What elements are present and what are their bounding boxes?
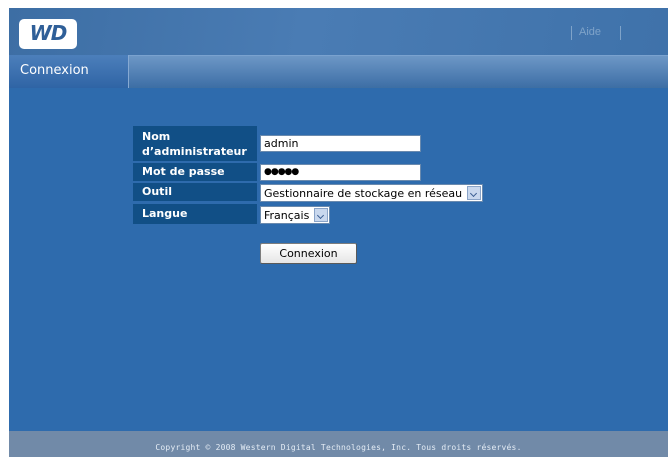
language-label: Langue xyxy=(133,204,257,224)
password-input[interactable]: ●●●●● xyxy=(260,164,421,181)
login-panel: Nom d’administrateur Mot de passe ●●●●● … xyxy=(9,88,668,431)
username-input[interactable] xyxy=(260,135,421,152)
wd-logo: WD xyxy=(19,19,77,49)
language-select-value: Français xyxy=(264,209,310,222)
app-window: WD Aide Connexion Nom d’administrateur M… xyxy=(9,8,668,457)
header-divider xyxy=(620,26,621,40)
tool-label: Outil xyxy=(133,183,257,201)
password-mask: ●●●●● xyxy=(264,167,299,177)
tab-connexion[interactable]: Connexion xyxy=(9,55,129,88)
footer-copyright: Copyright © 2008 Western Digital Technol… xyxy=(9,431,668,457)
logo-text: WD xyxy=(29,21,68,45)
password-label: Mot de passe xyxy=(133,163,257,181)
tool-select[interactable]: Gestionnaire de stockage en réseau xyxy=(260,184,483,202)
username-label: Nom d’administrateur xyxy=(133,126,257,161)
header-bar: WD Aide xyxy=(9,8,668,55)
help-link[interactable]: Aide xyxy=(579,26,601,38)
username-label-text: Nom d’administrateur xyxy=(142,130,247,158)
login-button[interactable]: Connexion xyxy=(260,243,357,264)
header-divider xyxy=(571,26,572,40)
chevron-down-icon[interactable] xyxy=(467,186,481,200)
language-select[interactable]: Français xyxy=(260,206,330,224)
chevron-down-icon[interactable] xyxy=(314,208,328,222)
tool-select-value: Gestionnaire de stockage en réseau xyxy=(264,187,463,200)
